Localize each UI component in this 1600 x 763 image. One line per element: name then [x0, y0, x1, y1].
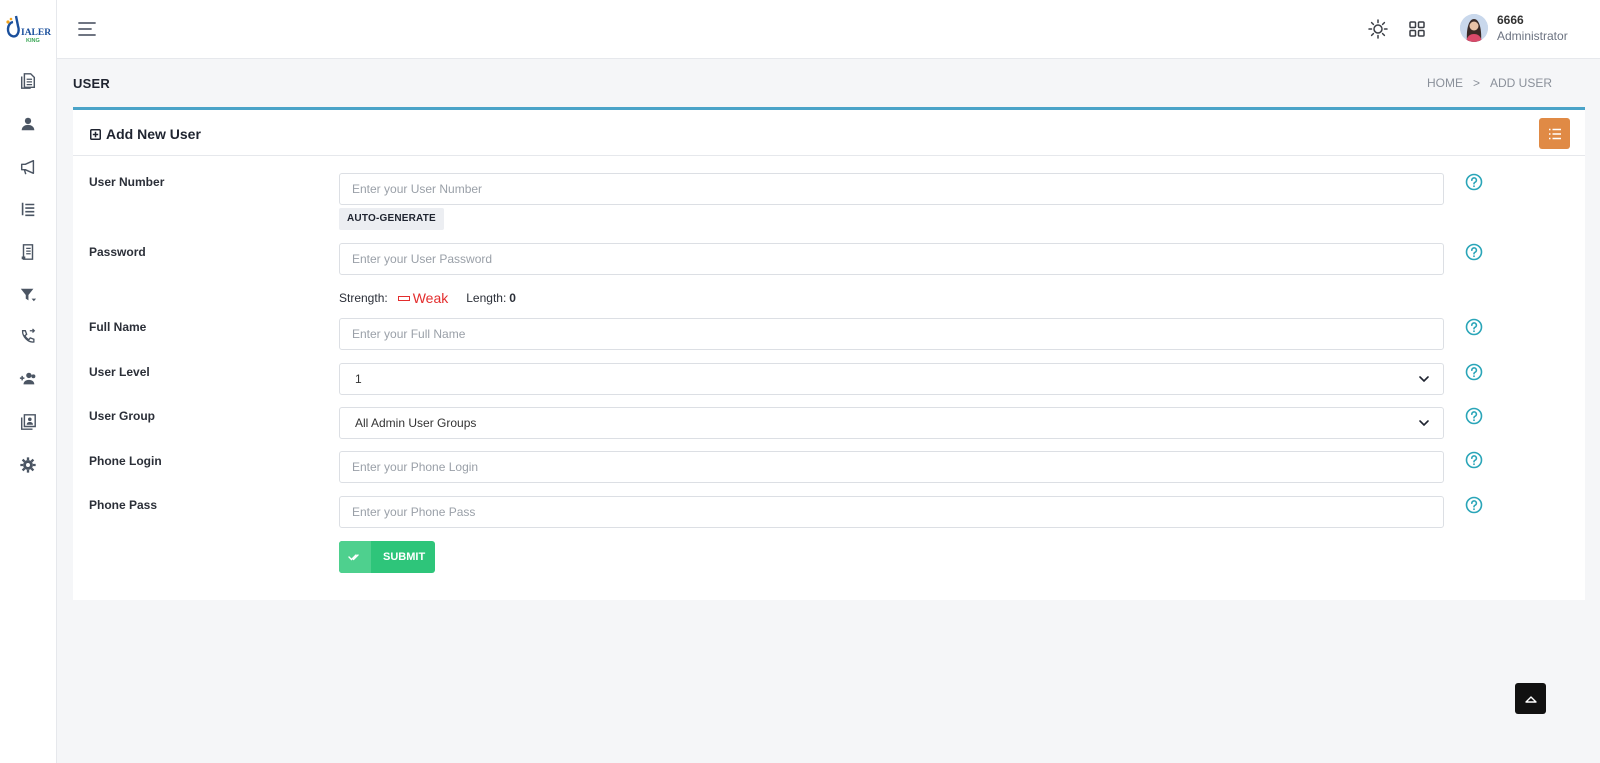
strength-label: Strength: [339, 291, 388, 305]
password-label: Password [89, 245, 146, 259]
phone-pass-help-icon[interactable] [1465, 496, 1483, 514]
document-icon[interactable] [17, 70, 39, 92]
breadcrumb-current: ADD USER [1489, 76, 1552, 90]
user-group-help-icon[interactable] [1465, 407, 1483, 425]
user-number-label: User Number [89, 175, 165, 189]
strength-bar [397, 295, 410, 301]
avatar[interactable] [1460, 14, 1488, 42]
user-group-value: All Admin User Groups [355, 416, 477, 430]
chevron-down-icon [1419, 420, 1429, 427]
phone-pass-input[interactable] [339, 496, 1444, 528]
user-list-button[interactable] [1539, 118, 1570, 149]
breadcrumb-separator: > [1472, 76, 1480, 90]
report-icon[interactable] [17, 241, 39, 263]
phone-pass-label: Phone Pass [89, 498, 158, 512]
password-input[interactable] [339, 243, 1444, 275]
phone-login-label: Phone Login [89, 454, 162, 468]
user-number-help-icon[interactable] [1465, 173, 1483, 191]
gear-icon[interactable] [17, 454, 39, 476]
length-value: 0 [509, 291, 516, 305]
full-name-label: Full Name [89, 320, 147, 334]
page-title: USER [73, 76, 110, 91]
svg-text:KING: KING [26, 38, 40, 44]
submit-label: SUBMIT [383, 551, 426, 563]
megaphone-icon[interactable] [17, 156, 39, 178]
user-number-input[interactable] [339, 173, 1444, 205]
users-add-icon[interactable] [17, 368, 39, 390]
breadcrumb: HOME > ADD USER [1427, 76, 1552, 90]
chevron-down-icon [1419, 376, 1429, 383]
password-help-icon[interactable] [1465, 243, 1483, 261]
card-title: Add New User [106, 126, 201, 142]
apps-grid-icon[interactable] [1406, 18, 1428, 40]
menu-toggle-icon[interactable] [77, 19, 97, 39]
full-name-input[interactable] [339, 318, 1444, 350]
user-name[interactable]: 6666 [1497, 13, 1524, 27]
chevron-up-icon [1524, 695, 1537, 703]
submit-button[interactable]: SUBMIT [339, 541, 435, 573]
phone-login-input[interactable] [339, 451, 1444, 483]
password-strength: Strength: Weak Length: 0 [339, 290, 516, 306]
scroll-to-top-button[interactable] [1515, 683, 1546, 714]
user-icon[interactable] [17, 113, 39, 135]
card-header: Add New User [73, 110, 1585, 156]
user-level-value: 1 [355, 372, 362, 386]
sidebar: IALER KING [0, 0, 57, 763]
list-icon[interactable] [17, 198, 39, 220]
double-check-icon [339, 541, 371, 573]
user-level-label: User Level [89, 365, 150, 379]
phone-login-help-icon[interactable] [1465, 451, 1483, 469]
auto-generate-button[interactable]: AUTO-GENERATE [339, 208, 444, 230]
user-group-label: User Group [89, 409, 156, 423]
user-level-help-icon[interactable] [1465, 363, 1483, 381]
top-header: 6666 Administrator [57, 0, 1600, 59]
contacts-icon[interactable] [17, 411, 39, 433]
phone-forward-icon[interactable] [17, 326, 39, 348]
add-user-card: Add New User User Number AUTO-GENERATE P… [73, 107, 1585, 600]
user-role: Administrator [1497, 29, 1568, 43]
theme-toggle-sun-icon[interactable] [1367, 18, 1389, 40]
user-level-select[interactable]: 1 [339, 363, 1444, 395]
filter-icon[interactable] [17, 284, 39, 306]
breadcrumb-home[interactable]: HOME [1427, 76, 1463, 90]
dialer-king-logo[interactable]: IALER KING [4, 14, 54, 44]
list-icon [1548, 128, 1561, 139]
length-label: Length: [466, 291, 507, 305]
user-group-select[interactable]: All Admin User Groups [339, 407, 1444, 439]
add-box-icon [90, 127, 101, 140]
svg-text:IALER: IALER [21, 28, 51, 38]
full-name-help-icon[interactable] [1465, 318, 1483, 336]
strength-value: Weak [412, 290, 449, 306]
